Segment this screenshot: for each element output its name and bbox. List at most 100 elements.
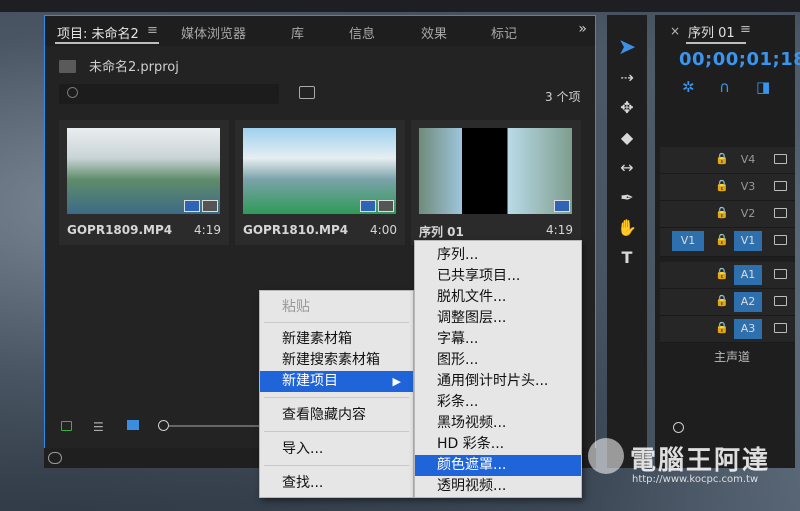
submenu-item-hd-bars[interactable]: HD 彩条... [415, 434, 581, 455]
toggle-output-icon[interactable] [774, 181, 787, 191]
menu-item-new-bin[interactable]: 新建素材箱 [260, 329, 413, 350]
track-select-tool-icon[interactable]: ⇢ [615, 67, 639, 89]
sequence-duration: 4:19 [546, 223, 573, 237]
track-row[interactable]: 🔒 V4 [660, 147, 795, 174]
track-lock-icon[interactable]: 🔒 [715, 294, 729, 307]
toggle-output-icon[interactable] [774, 296, 787, 306]
submenu-arrow-icon: ▶ [392, 375, 401, 388]
submenu-item-offline-file[interactable]: 脱机文件... [415, 287, 581, 308]
pen-tool-icon[interactable]: ✒ [615, 187, 639, 209]
track-row[interactable]: 🔒 V2 [660, 201, 795, 228]
menu-item-new-item[interactable]: 新建项目 ▶ [260, 371, 413, 392]
menu-item-paste[interactable]: 粘贴 [260, 297, 413, 318]
toggle-output-icon[interactable] [774, 269, 787, 279]
video-audio-badge-icon [184, 200, 200, 212]
toggle-output-icon[interactable] [774, 235, 787, 245]
linked-selection-icon[interactable]: ◨ [756, 78, 770, 96]
creative-cloud-icon[interactable] [48, 452, 62, 464]
panel-tabs: 项目: 未命名2 ≡ 媒体浏览器 库 信息 效果 标记 » [45, 16, 595, 46]
submenu-item-sequence[interactable]: 序列... [415, 245, 581, 266]
clip-duration: 4:19 [194, 223, 221, 237]
close-icon[interactable]: × [670, 24, 680, 38]
list-view-icon[interactable]: ☰ [93, 420, 104, 434]
sequence-thumbnail[interactable] [419, 128, 572, 214]
tab-effects[interactable]: 效果 [421, 23, 447, 42]
timeline-zoom-knob[interactable] [673, 422, 684, 433]
nest-icon[interactable]: ✲ [682, 78, 695, 96]
menu-item-label: 新建项目 [282, 373, 338, 389]
slip-tool-icon[interactable]: ↔ [615, 157, 639, 179]
clip-thumbnail[interactable] [67, 128, 220, 214]
toggle-output-icon[interactable] [774, 154, 787, 164]
tab-info[interactable]: 信息 [349, 23, 375, 42]
audio-badge-icon [378, 200, 394, 212]
menu-item-show-hidden[interactable]: 查看隐藏内容 [260, 405, 413, 426]
type-tool-icon[interactable]: T [615, 247, 639, 269]
item-count: 3 个项 [545, 90, 581, 104]
tab-media-browser[interactable]: 媒体浏览器 [181, 23, 246, 42]
track-label[interactable]: V4 [734, 150, 762, 170]
track-label[interactable]: V2 [734, 204, 762, 224]
source-patch[interactable]: V1 [672, 231, 704, 251]
submenu-item-adjustment-layer[interactable]: 调整图层... [415, 308, 581, 329]
tab-markers[interactable]: 标记 [491, 23, 517, 42]
track-lock-icon[interactable]: 🔒 [715, 267, 729, 280]
track-row[interactable]: V1 🔒 V1 [660, 228, 795, 257]
tab-project[interactable]: 项目: 未命名2 [57, 23, 139, 42]
submenu-item-countdown-leader[interactable]: 通用倒计时片头... [415, 371, 581, 392]
track-label[interactable]: A2 [734, 292, 762, 312]
track-label[interactable]: A1 [734, 265, 762, 285]
submenu-item-title[interactable]: 字幕... [415, 329, 581, 350]
track-row[interactable]: 🔒 A1 [660, 262, 795, 289]
zoom-slider-knob[interactable] [158, 420, 169, 431]
razor-tool-icon[interactable]: ◆ [615, 127, 639, 149]
track-lock-icon[interactable]: 🔒 [715, 321, 729, 334]
sequence-name: 序列 01 [419, 225, 464, 239]
sequence-tab[interactable]: 序列 01 [688, 22, 735, 41]
menu-item-new-search-bin[interactable]: 新建搜索素材箱 [260, 350, 413, 371]
submenu-item-graphic[interactable]: 图形... [415, 350, 581, 371]
playhead-timecode[interactable]: 00;00;01;18 [679, 49, 800, 70]
overflow-tabs-icon[interactable]: » [578, 21, 587, 37]
track-label[interactable]: V3 [734, 177, 762, 197]
sequence-item[interactable]: 序列 01 4:19 [411, 120, 581, 245]
track-row[interactable]: 🔒 A3 [660, 316, 795, 343]
submenu-item-shared-project[interactable]: 已共享项目... [415, 266, 581, 287]
submenu-item-bars-and-tone[interactable]: 彩条... [415, 392, 581, 413]
panel-menu-icon[interactable]: ≡ [740, 22, 751, 37]
track-lock-icon[interactable]: 🔒 [715, 233, 729, 246]
track-lock-icon[interactable]: 🔒 [715, 179, 729, 192]
clip-item[interactable]: GOPR1809.MP4 4:19 [59, 120, 229, 245]
audio-badge-icon [202, 200, 218, 212]
video-audio-badge-icon [360, 200, 376, 212]
submenu-item-color-matte[interactable]: 颜色遮罩... [415, 455, 581, 476]
top-frame [0, 0, 800, 12]
submenu-item-black-video[interactable]: 黑场视频... [415, 413, 581, 434]
icon-view-icon[interactable] [127, 420, 139, 430]
toggle-output-icon[interactable] [774, 323, 787, 333]
track-lock-icon[interactable]: 🔒 [715, 152, 729, 165]
watermark-mascot-icon [588, 438, 624, 474]
snap-icon[interactable]: ∩ [719, 78, 730, 96]
track-row[interactable]: 🔒 V3 [660, 174, 795, 201]
hand-tool-icon[interactable]: ✋ [615, 217, 639, 239]
menu-item-import[interactable]: 导入... [260, 439, 413, 460]
toggle-output-icon[interactable] [774, 208, 787, 218]
track-label[interactable]: A3 [734, 319, 762, 339]
selection-tool-icon[interactable]: ➤ [615, 37, 639, 59]
search-input[interactable] [59, 84, 279, 104]
track-lock-icon[interactable]: 🔒 [715, 206, 729, 219]
menu-separator [264, 322, 409, 323]
track-label[interactable]: V1 [734, 231, 762, 251]
track-row[interactable]: 🔒 A2 [660, 289, 795, 316]
submenu-item-transparent-video[interactable]: 透明视频... [415, 476, 581, 497]
folder-icon [59, 60, 76, 73]
panel-menu-icon[interactable]: ≡ [147, 23, 158, 38]
menu-item-find[interactable]: 查找... [260, 473, 413, 494]
clip-item[interactable]: GOPR1810.MP4 4:00 [235, 120, 405, 245]
clip-thumbnail[interactable] [243, 128, 396, 214]
tab-libraries[interactable]: 库 [291, 23, 304, 42]
new-bin-from-search-icon[interactable] [299, 86, 315, 99]
ripple-edit-tool-icon[interactable]: ✥ [615, 97, 639, 119]
lock-icon[interactable] [61, 421, 72, 431]
